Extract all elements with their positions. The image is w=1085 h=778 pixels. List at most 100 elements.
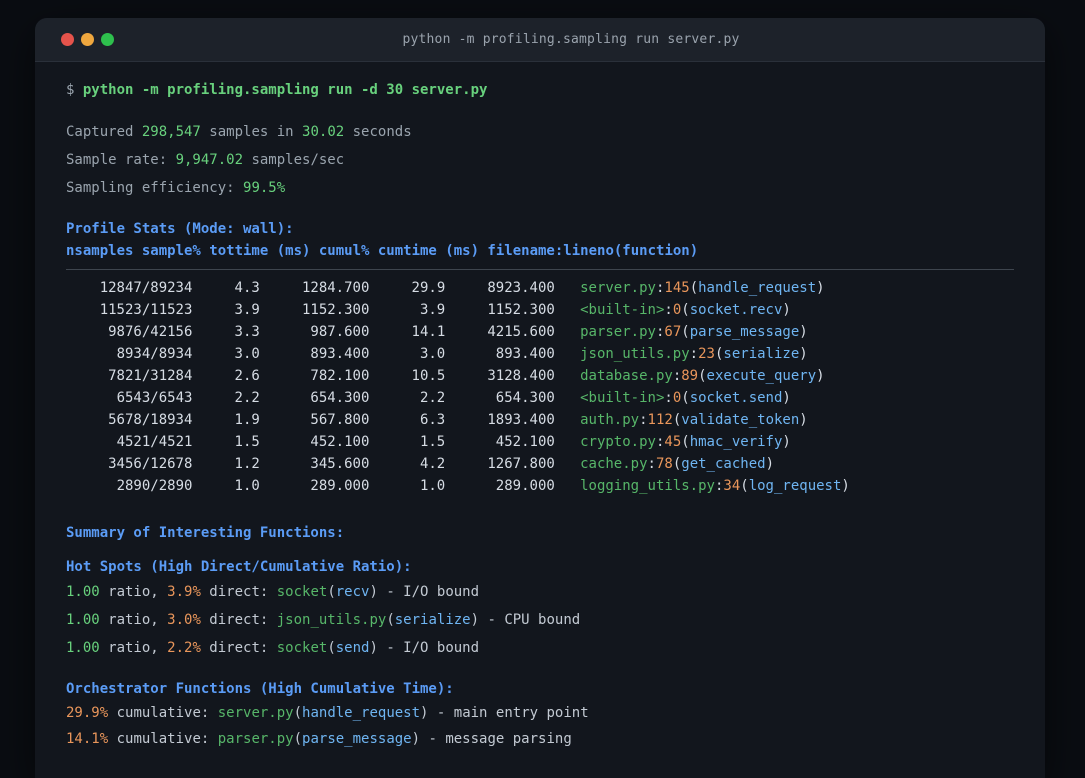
efficiency-line: Sampling efficiency: 99.5% — [66, 174, 1014, 202]
text-segment: ) — [799, 324, 808, 340]
cell: 1.0 — [419, 478, 446, 494]
line-number: 112 — [647, 412, 673, 428]
maximize-button[interactable] — [101, 33, 114, 46]
text-segment: 30.02 — [302, 124, 345, 140]
filename: socket — [276, 584, 328, 600]
hot-spot-line: 1.00 ratio, 3.0% direct: json_utils.py(s… — [66, 606, 1014, 634]
bound-note: - I/O bound — [386, 584, 480, 600]
capture-stats: Captured 298,547 samples in 30.02 second… — [66, 118, 1014, 202]
text-segment: ) — [799, 346, 808, 362]
cell: 289.000 — [495, 478, 555, 494]
text-segment: : — [639, 412, 648, 428]
filename: database.py — [580, 368, 673, 384]
orchestrator-line: 14.1% cumulative: parser.py(parse_messag… — [66, 726, 1014, 752]
line-number: 34 — [723, 478, 741, 494]
cell: 1152.300 — [487, 302, 555, 318]
captured-line: Captured 298,547 samples in 30.02 second… — [66, 118, 1014, 146]
filename: server.py — [217, 705, 294, 721]
text-segment: ( — [386, 612, 395, 628]
filename: server.py — [580, 280, 656, 296]
profile-row: 5678/18934 1.9 567.800 6.3 1893.400 auth.py:1… — [66, 409, 1014, 431]
profile-row: 3456/12678 1.2 345.600 4.2 1267.800 cache.py:… — [66, 453, 1014, 475]
direct-percent: 3.9% — [167, 584, 201, 600]
direct-percent: 2.2% — [167, 640, 201, 656]
cell: 4521/4521 — [116, 434, 193, 450]
cell: 3.9 — [419, 302, 446, 318]
hot-spots-list: 1.00 ratio, 3.9% direct: socket(recv) - … — [66, 578, 1014, 662]
text-segment: direct: — [200, 612, 277, 628]
table-divider — [66, 269, 1014, 270]
line-number: 0 — [672, 390, 682, 406]
cell: 4.2 — [419, 456, 446, 472]
cell: 29.9 — [411, 280, 446, 296]
text-segment: ( — [293, 731, 303, 747]
text-segment: ( — [327, 640, 336, 656]
line-number: 45 — [664, 434, 682, 450]
text-segment: ) — [816, 280, 825, 296]
profile-stats-title: Profile Stats (Mode: wall): — [66, 221, 294, 237]
cell: 4215.600 — [487, 324, 555, 340]
function-name: get_cached — [681, 456, 766, 472]
shell-prompt: $ — [66, 82, 83, 98]
text-segment: ( — [681, 434, 690, 450]
cell: 654.300 — [495, 390, 555, 406]
cell: 2.2 — [419, 390, 446, 406]
text-segment: ( — [672, 456, 682, 472]
cell: 452.100 — [495, 434, 555, 450]
function-name: handle_request — [698, 280, 817, 296]
filename: logging_utils.py — [580, 478, 715, 494]
line-number: 67 — [664, 324, 682, 340]
function-name: serialize — [394, 612, 471, 628]
window-title: python -m profiling.sampling run server.… — [402, 32, 740, 47]
cell: 2890/2890 — [116, 478, 193, 494]
close-button[interactable] — [61, 33, 74, 46]
cell: 289.000 — [310, 478, 370, 494]
cell: 4.3 — [234, 280, 260, 296]
cell: 14.1 — [411, 324, 446, 340]
cell: 1152.300 — [301, 302, 370, 318]
text-segment: samples/sec — [243, 152, 345, 168]
function-name: socket.recv — [689, 302, 783, 318]
cell: 12847/89234 — [99, 280, 193, 296]
cell: 3.0 — [234, 346, 260, 362]
profile-table: 12847/89234 4.3 1284.700 29.9 8923.400 server… — [66, 277, 1014, 497]
line-number: 23 — [698, 346, 715, 362]
cell: 782.100 — [310, 368, 370, 384]
cumulative-percent: 29.9% — [66, 705, 109, 721]
minimize-button[interactable] — [81, 33, 94, 46]
ratio-value: 1.00 — [66, 584, 100, 600]
function-name: execute_query — [706, 368, 817, 384]
ratio-value: 1.00 — [66, 612, 100, 628]
text-segment: ratio, — [99, 612, 168, 628]
cell: 9876/42156 — [108, 324, 193, 340]
hot-spots-title: Hot Spots (High Direct/Cumulative Ratio)… — [66, 559, 412, 575]
text-segment: ) — [420, 705, 437, 721]
titlebar[interactable]: python -m profiling.sampling run server.… — [35, 18, 1045, 62]
text-segment: ( — [689, 280, 699, 296]
filename: parser.py — [217, 731, 294, 747]
cell: 1267.800 — [487, 456, 555, 472]
function-name: log_request — [748, 478, 842, 494]
text-segment: 298,547 — [141, 124, 201, 140]
text-segment: seconds — [344, 124, 412, 140]
text-segment: ( — [740, 478, 749, 494]
text-segment: : — [647, 456, 656, 472]
cell: 1284.700 — [301, 280, 370, 296]
cell: 893.400 — [310, 346, 370, 362]
terminal-content[interactable]: $ python -m profiling.sampling run -d 30… — [35, 62, 1045, 752]
hot-spot-line: 1.00 ratio, 2.2% direct: socket(send) - … — [66, 634, 1014, 662]
cell: 2.2 — [234, 390, 260, 406]
profile-row: 8934/8934 3.0 893.400 3.0 893.400 json_utils.… — [66, 343, 1014, 365]
function-name: parse_message — [689, 324, 800, 340]
line-number: 78 — [655, 456, 673, 472]
text-segment: ( — [293, 705, 303, 721]
cell: 3.0 — [419, 346, 446, 362]
cell: 987.600 — [310, 324, 370, 340]
function-name: handle_request — [302, 705, 421, 721]
hot-spot-line: 1.00 ratio, 3.9% direct: socket(recv) - … — [66, 578, 1014, 606]
text-segment: ratio, — [99, 584, 168, 600]
cell: 1.5 — [234, 434, 260, 450]
text-segment: ) — [765, 456, 774, 472]
filename: <built-in> — [580, 302, 665, 318]
terminal-window: python -m profiling.sampling run server.… — [35, 18, 1045, 778]
